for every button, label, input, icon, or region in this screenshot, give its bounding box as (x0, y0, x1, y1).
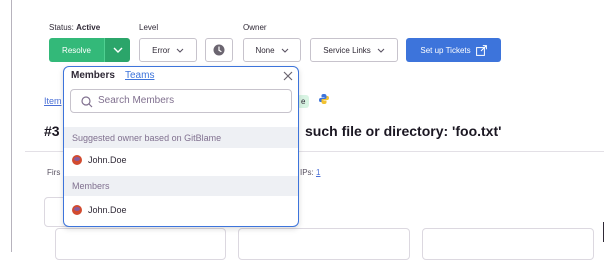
suggested-owner-header: Suggested owner based on GitBlame (64, 127, 298, 148)
close-icon[interactable] (283, 69, 293, 83)
resolve-dropdown-button[interactable] (104, 38, 130, 62)
setup-tickets-label: Set up Tickets (420, 45, 471, 55)
breadcrumb[interactable]: Item (44, 96, 62, 106)
issue-title-prefix: #3 (44, 123, 60, 139)
issue-title: such file or directory: 'foo.txt' (305, 123, 502, 139)
tab-teams[interactable]: Teams (125, 70, 154, 81)
avatar (72, 155, 82, 165)
stat-card (55, 228, 226, 260)
setup-tickets-button[interactable]: Set up Tickets (406, 38, 501, 62)
level-select[interactable]: Error (139, 38, 197, 62)
owner-dropdown: Members Teams Search Members Suggested o… (63, 66, 299, 227)
owner-label: Owner (243, 23, 267, 32)
tab-members[interactable]: Members (71, 70, 115, 81)
search-members-field[interactable]: Search Members (70, 89, 292, 113)
python-icon (318, 92, 330, 110)
service-links-label: Service Links (323, 45, 371, 55)
ips-count-link[interactable]: 1 (316, 168, 320, 177)
chevron-down-icon (281, 48, 288, 53)
status-label: Status: Active (49, 23, 101, 32)
owner-value: None (255, 45, 275, 55)
owner-select[interactable]: None (243, 38, 301, 62)
ips-label: IPs: 1 (300, 168, 321, 177)
user-name: John.Doe (88, 205, 127, 215)
user-name: John.Doe (88, 155, 127, 165)
list-item-suggested-owner[interactable]: John.Doe (72, 155, 127, 165)
clock-icon (213, 44, 225, 56)
chevron-down-icon (176, 48, 184, 53)
level-value: Error (152, 45, 170, 55)
external-link-icon (475, 44, 487, 56)
search-input-placeholder[interactable]: Search Members (98, 95, 174, 106)
snooze-button[interactable] (205, 38, 233, 62)
service-links-button[interactable]: Service Links (310, 38, 398, 62)
window-left-edge (11, 0, 12, 252)
breadcrumb-link[interactable]: Item (44, 96, 62, 106)
stat-card (422, 228, 594, 260)
avatar (72, 205, 82, 215)
members-header: Members (64, 176, 298, 196)
first-seen-label: Firs (47, 168, 61, 177)
stat-card (238, 228, 410, 260)
search-icon (81, 96, 93, 108)
resolve-button[interactable]: Resolve (49, 38, 104, 62)
list-item-member[interactable]: John.Doe (72, 205, 127, 215)
chevron-down-icon (377, 48, 385, 53)
chevron-down-icon (113, 47, 122, 53)
level-label: Level (139, 23, 159, 32)
